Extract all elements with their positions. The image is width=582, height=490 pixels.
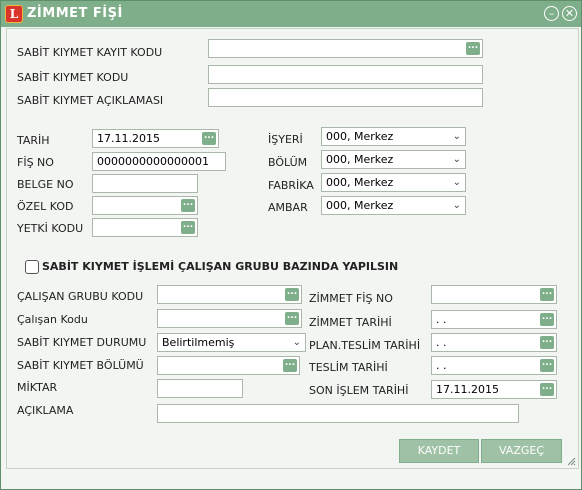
minimize-icon[interactable]: –: [544, 6, 559, 21]
sabit-kiymet-aciklamasi-input[interactable]: [208, 88, 483, 107]
yetki-kodu-input[interactable]: ...: [92, 218, 198, 237]
fis-no-input[interactable]: 0000000000000001: [92, 152, 226, 171]
miktar-input[interactable]: [157, 379, 243, 398]
bolum-label: BÖLÜM: [268, 156, 308, 169]
zimmet-fis-no-input[interactable]: ...: [431, 285, 557, 304]
calisan-kodu-label: Çalışan Kodu: [17, 313, 88, 326]
fabrika-label: FABRİKA: [268, 179, 314, 192]
ambar-value: 000, Merkez: [326, 199, 394, 212]
sabit-kiymet-bolumu-lookup-button[interactable]: ...: [283, 359, 297, 372]
tarih-input[interactable]: 17.11.2015 ...: [92, 129, 219, 148]
sabit-kiymet-kayit-kodu-label: SABİT KIYMET KAYIT KODU: [17, 46, 163, 59]
fabrika-value: 000, Merkez: [326, 176, 394, 189]
aciklama-input[interactable]: [157, 404, 519, 423]
son-islem-tarihi-label: SON İŞLEM TARİHİ: [309, 384, 409, 397]
sabit-kiymet-durumu-label: SABİT KIYMET DURUMU: [17, 336, 147, 349]
calisan-grubu-kodu-input[interactable]: ...: [157, 285, 302, 304]
zimmet-fisi-window: L ZİMMET FİŞİ – ✕ SABİT KIYMET KAYIT KOD…: [0, 0, 582, 490]
form-panel: SABİT KIYMET KAYIT KODU ... SABİT KIYMET…: [6, 28, 579, 469]
chevron-down-icon: ⌄: [452, 200, 461, 211]
plan-teslim-tarihi-value: . .: [436, 336, 447, 349]
miktar-label: MİKTAR: [17, 381, 58, 394]
teslim-tarihi-input[interactable]: . . ...: [431, 356, 557, 375]
save-button[interactable]: KAYDET: [399, 439, 479, 463]
zimmet-fis-no-label: ZİMMET FİŞ NO: [309, 292, 393, 305]
teslim-tarihi-label: TESLİM TARİHİ: [309, 361, 388, 374]
teslim-tarihi-lookup-button[interactable]: ...: [540, 359, 554, 372]
aciklama-label: AÇIKLAMA: [17, 404, 74, 417]
sabit-kiymet-kodu-label: SABİT KIYMET KODU: [17, 71, 129, 84]
chevron-down-icon: ⌄: [452, 131, 461, 142]
sabit-kiymet-bolumu-input[interactable]: ...: [157, 356, 300, 375]
ambar-select[interactable]: 000, Merkez ⌄: [321, 196, 466, 215]
bolum-value: 000, Merkez: [326, 153, 394, 166]
plan-teslim-tarihi-label: PLAN.TESLİM TARİHİ: [309, 339, 421, 352]
ozel-kod-input[interactable]: ...: [92, 196, 198, 215]
title-bar[interactable]: L ZİMMET FİŞİ – ✕: [1, 1, 581, 27]
tarih-lookup-button[interactable]: ...: [202, 132, 216, 145]
yetki-kodu-lookup-button[interactable]: ...: [181, 221, 195, 234]
resize-grip-icon[interactable]: [566, 456, 576, 466]
isyeri-select[interactable]: 000, Merkez ⌄: [321, 127, 466, 146]
zimmet-tarihi-value: . .: [436, 313, 447, 326]
sabit-kiymet-aciklamasi-label: SABİT KIYMET AÇIKLAMASI: [17, 94, 164, 107]
chevron-down-icon: ⌄: [452, 154, 461, 165]
sabit-kiymet-kayit-kodu-input[interactable]: ...: [208, 39, 483, 58]
calisan-grubu-bazinda-label: SABİT KIYMET İŞLEMİ ÇALIŞAN GRUBU BAZIND…: [42, 260, 399, 273]
sabit-kiymet-durumu-value: Belirtilmemiş: [162, 336, 235, 349]
belge-no-input[interactable]: [92, 174, 198, 193]
calisan-kodu-lookup-button[interactable]: ...: [285, 312, 299, 325]
cancel-button[interactable]: VAZGEÇ: [481, 439, 562, 463]
calisan-grubu-kodu-label: ÇALIŞAN GRUBU KODU: [17, 290, 144, 303]
fis-no-label: FİŞ NO: [17, 156, 54, 169]
window-title: ZİMMET FİŞİ: [27, 6, 123, 21]
sabit-kiymet-kayit-kodu-lookup-button[interactable]: ...: [466, 42, 480, 55]
yetki-kodu-label: YETKİ KODU: [17, 222, 84, 235]
zimmet-fis-no-lookup-button[interactable]: ...: [540, 288, 554, 301]
belge-no-label: BELGE NO: [17, 178, 74, 191]
plan-teslim-tarihi-input[interactable]: . . ...: [431, 333, 557, 352]
isyeri-value: 000, Merkez: [326, 130, 394, 143]
zimmet-tarihi-label: ZİMMET TARİHİ: [309, 316, 392, 329]
isyeri-label: İŞYERİ: [268, 133, 303, 146]
ozel-kod-lookup-button[interactable]: ...: [181, 199, 195, 212]
close-icon[interactable]: ✕: [562, 6, 577, 21]
calisan-grubu-kodu-lookup-button[interactable]: ...: [285, 288, 299, 301]
zimmet-tarihi-input[interactable]: . . ...: [431, 310, 557, 329]
calisan-kodu-input[interactable]: ...: [157, 309, 302, 328]
sabit-kiymet-durumu-select[interactable]: Belirtilmemiş ⌄: [157, 333, 306, 352]
son-islem-tarihi-value: 17.11.2015: [436, 383, 499, 396]
fabrika-select[interactable]: 000, Merkez ⌄: [321, 173, 466, 192]
sabit-kiymet-kodu-input[interactable]: [208, 65, 483, 84]
son-islem-tarihi-lookup-button[interactable]: ...: [540, 383, 554, 396]
tarih-value: 17.11.2015: [97, 132, 160, 145]
chevron-down-icon: ⌄: [292, 337, 301, 348]
son-islem-tarihi-input[interactable]: 17.11.2015 ...: [431, 380, 557, 399]
tarih-label: TARİH: [17, 134, 50, 147]
plan-teslim-tarihi-lookup-button[interactable]: ...: [540, 336, 554, 349]
app-logo-icon: L: [5, 5, 23, 23]
bolum-select[interactable]: 000, Merkez ⌄: [321, 150, 466, 169]
calisan-grubu-bazinda-checkbox[interactable]: [25, 260, 39, 274]
ozel-kod-label: ÖZEL KOD: [17, 200, 74, 213]
zimmet-tarihi-lookup-button[interactable]: ...: [540, 313, 554, 326]
teslim-tarihi-value: . .: [436, 359, 447, 372]
chevron-down-icon: ⌄: [452, 177, 461, 188]
sabit-kiymet-bolumu-label: SABİT KIYMET BÖLÜMÜ: [17, 359, 144, 372]
ambar-label: AMBAR: [268, 201, 308, 214]
